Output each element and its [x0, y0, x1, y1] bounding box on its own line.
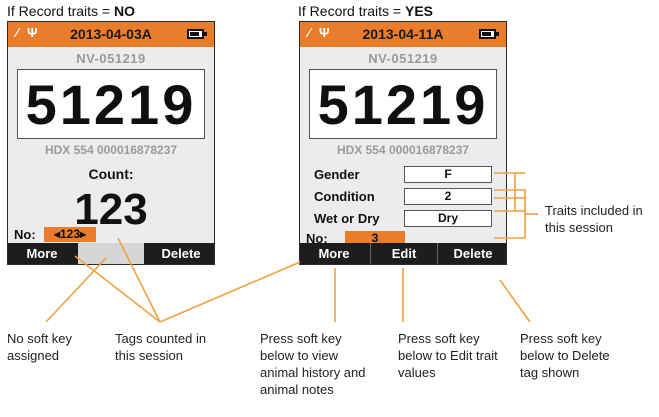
- callout-bracket-upper: [494, 172, 516, 199]
- callout-line-no-value-left: [74, 255, 161, 323]
- callout-line-no-soft-key: [45, 257, 107, 323]
- callout-line-no-value-right: [159, 261, 301, 323]
- callout-tags-counted: Tags counted in this session: [115, 331, 207, 363]
- callout-press-more: Press soft key below to view animal hist…: [260, 331, 366, 397]
- callout-press-delete: Press soft key below to Delete tag shown: [520, 331, 610, 380]
- callout-line-delete: [499, 279, 531, 323]
- callout-bracket-lower: [494, 198, 516, 212]
- callout-line-count: [117, 237, 161, 323]
- callout-press-edit: Press soft key below to Edit trait value…: [398, 331, 498, 380]
- callout-no-soft-key: No soft key assigned: [7, 331, 73, 363]
- callout-traits-included: Traits included in this session: [545, 203, 643, 235]
